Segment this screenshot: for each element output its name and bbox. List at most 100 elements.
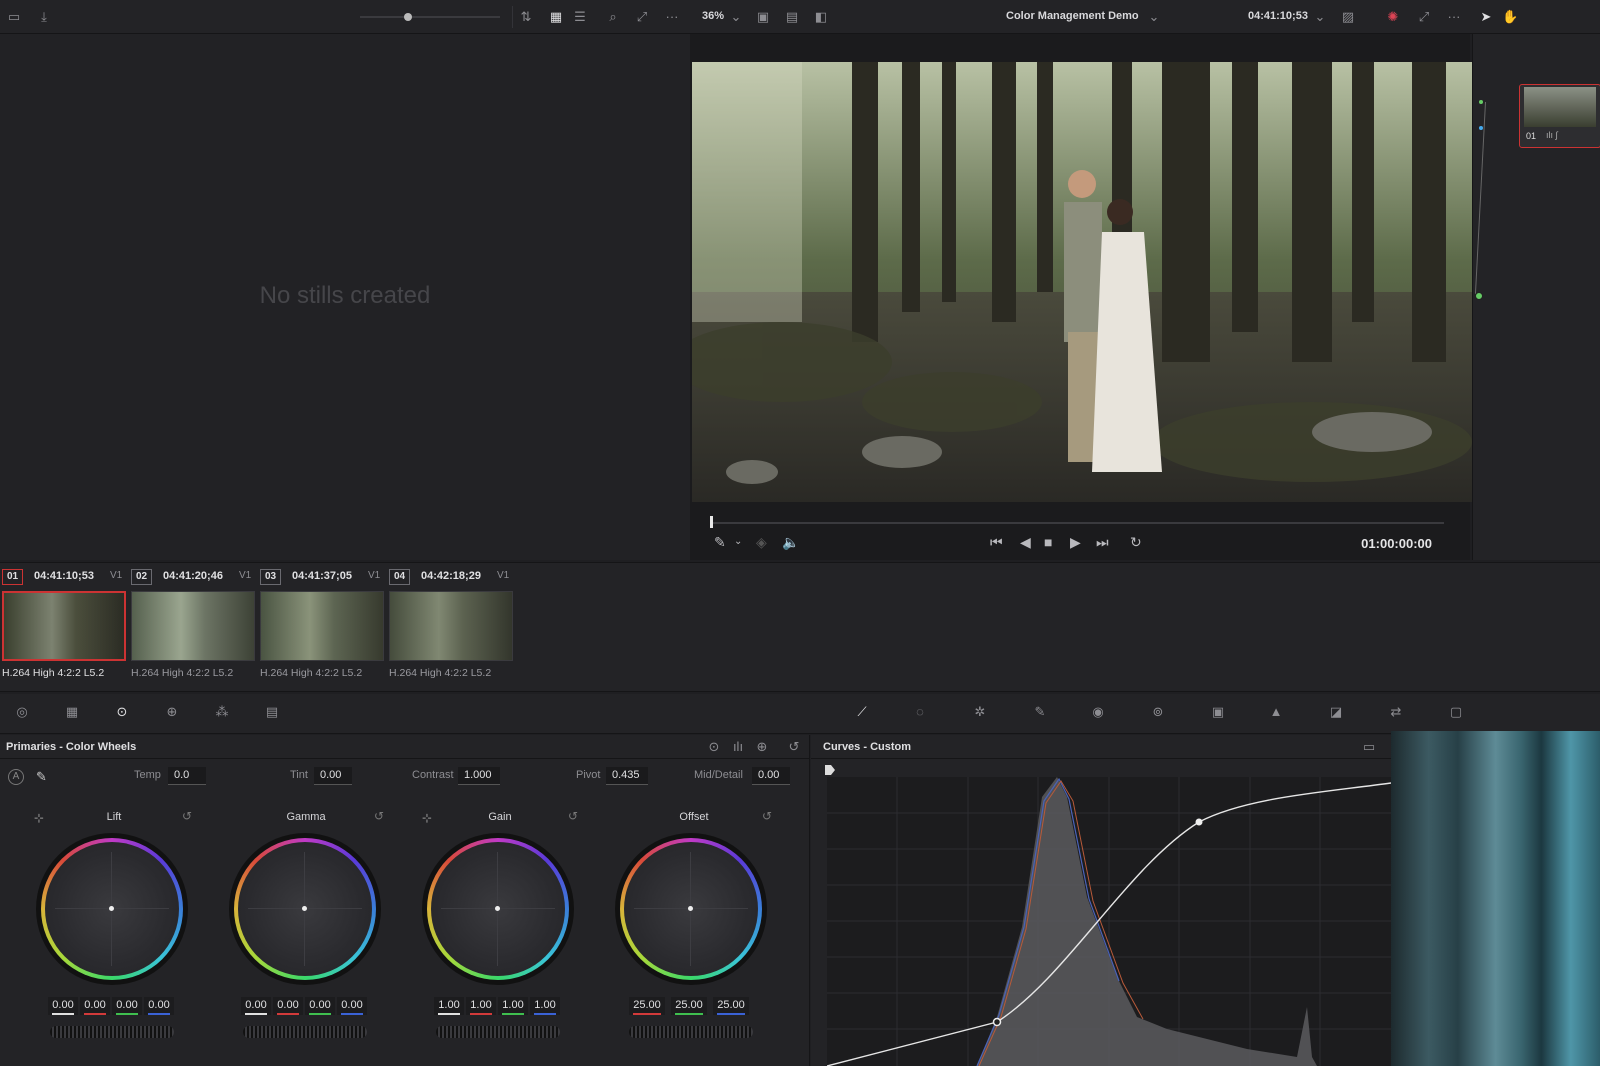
wheel-center-handle[interactable] (495, 906, 500, 911)
gain-wheel[interactable] (422, 833, 574, 985)
tracker-icon[interactable]: ⊚ (1148, 704, 1168, 724)
gamma-r-value[interactable]: 0.00 (273, 997, 303, 1015)
wheel-center-handle[interactable] (109, 906, 114, 911)
offset-r-value[interactable]: 25.00 (629, 997, 665, 1015)
wheel-center-handle[interactable] (302, 906, 307, 911)
bars-mode-icon[interactable]: ılı (730, 739, 746, 755)
tint-field[interactable]: 0.00 (314, 767, 352, 785)
chevron-down-icon[interactable]: ⌄ (1146, 9, 1162, 25)
picker-icon[interactable]: ⊹ (422, 811, 432, 825)
node-input-key[interactable] (1479, 126, 1483, 130)
picker-icon[interactable]: ⊹ (34, 811, 44, 825)
project-title[interactable]: Color Management Demo (1006, 10, 1139, 22)
skip-back-icon[interactable]: ⏮ (990, 534, 1003, 550)
gain-g-value[interactable]: 1.00 (498, 997, 528, 1015)
gamma-g-value[interactable]: 0.00 (305, 997, 335, 1015)
gamma-wheel[interactable] (229, 833, 381, 985)
auto-balance-button[interactable]: A (8, 769, 24, 785)
lift-master-wheel[interactable] (50, 1026, 174, 1038)
offset-g-value[interactable]: 25.00 (671, 997, 707, 1015)
rgb-mixer-icon[interactable]: ⁂ (212, 704, 232, 724)
skip-forward-icon[interactable]: ⏭ (1096, 534, 1109, 550)
viewer-mode-wipe-icon[interactable]: ◧ (813, 9, 829, 25)
color-warper-icon[interactable]: ◌ (910, 704, 930, 724)
window-icon[interactable]: ◉ (1088, 704, 1108, 724)
enhanced-viewer-icon[interactable]: ⤢ (1416, 9, 1432, 25)
node-editor[interactable]: 01 ılı ∫ (1472, 34, 1600, 560)
more-icon[interactable]: ··· (664, 9, 680, 25)
qualifier-icon[interactable]: ✲ (970, 704, 990, 724)
reset-icon[interactable]: ↺ (568, 809, 578, 823)
color-wheel-icon[interactable]: ✺ (1385, 9, 1401, 25)
reset-icon[interactable]: ↺ (374, 809, 384, 823)
playhead[interactable] (710, 516, 713, 528)
reset-icon[interactable]: ↺ (762, 809, 772, 823)
layers-icon[interactable]: ◈ (756, 534, 767, 550)
gain-master-wheel[interactable] (436, 1026, 560, 1038)
stop-icon[interactable]: ■ (1044, 534, 1052, 550)
hand-icon[interactable]: ✋ (1502, 9, 1518, 25)
wheel-center-handle[interactable] (688, 906, 693, 911)
3d-icon[interactable]: ▢ (1446, 704, 1466, 724)
reset-icon[interactable]: ↺ (786, 739, 802, 755)
gain-b-value[interactable]: 1.00 (530, 997, 560, 1015)
grid-view-icon[interactable]: ▦ (548, 9, 564, 25)
slider-handle[interactable] (404, 13, 412, 21)
reset-icon[interactable]: ↺ (182, 809, 192, 823)
curves-icon[interactable]: ⟋ (852, 704, 872, 724)
eyedropper-icon[interactable]: ✎ (1030, 704, 1050, 724)
chevron-down-icon[interactable]: ⌄ (728, 9, 744, 25)
import-icon[interactable]: ⤓ (36, 9, 52, 25)
viewer-frame[interactable] (692, 62, 1472, 502)
lift-g-value[interactable]: 0.00 (112, 997, 142, 1015)
curves-options-icon[interactable]: ▭ (1361, 739, 1377, 755)
step-back-icon[interactable]: ◀ (1020, 534, 1031, 550)
clip-thumbnail[interactable] (389, 591, 513, 661)
cursor-icon[interactable]: ➤ (1478, 9, 1494, 25)
contrast-field[interactable]: 1.000 (458, 767, 500, 785)
toolbar-timecode[interactable]: 04:41:10;53 (1248, 10, 1308, 22)
blur-icon[interactable]: ▲ (1266, 704, 1286, 724)
color-wheels-icon[interactable]: ⊙ (112, 704, 132, 724)
middetail-field[interactable]: 0.00 (752, 767, 790, 785)
viewer-mode-split-icon[interactable]: ▤ (784, 9, 800, 25)
clip-thumbnail[interactable] (260, 591, 384, 661)
node-output[interactable] (1475, 292, 1483, 300)
more-icon[interactable]: ··· (1446, 9, 1462, 25)
pivot-field[interactable]: 0.435 (606, 767, 648, 785)
temp-field[interactable]: 0.0 (168, 767, 206, 785)
gain-r-value[interactable]: 1.00 (466, 997, 496, 1015)
lift-wheel[interactable] (36, 833, 188, 985)
lift-y-value[interactable]: 0.00 (48, 997, 78, 1015)
motion-effects-icon[interactable]: ▤ (262, 704, 282, 724)
color-match-icon[interactable]: ▦ (62, 704, 82, 724)
eyedropper-icon[interactable]: ✎ (714, 534, 726, 550)
timeline-scrubber[interactable] (710, 522, 1444, 524)
magic-mask-icon[interactable]: ▣ (1208, 704, 1228, 724)
sort-icon[interactable]: ⇅ (518, 9, 534, 25)
play-icon[interactable]: ▶ (1070, 534, 1081, 550)
curve-point-marker[interactable] (825, 765, 835, 775)
color-space-icon[interactable]: ▨ (1340, 9, 1356, 25)
key-icon[interactable]: ◪ (1326, 704, 1346, 724)
eyedropper-icon[interactable]: ✎ (36, 769, 47, 785)
node-input[interactable] (1479, 100, 1483, 104)
viewer-mode-single-icon[interactable]: ▣ (755, 9, 771, 25)
thumbnail-size-slider[interactable] (360, 16, 500, 18)
color-wheels-mode-icon[interactable]: ⊙ (706, 739, 722, 755)
chevron-down-icon[interactable]: ⌄ (1312, 9, 1328, 25)
gamma-b-value[interactable]: 0.00 (337, 997, 367, 1015)
lift-b-value[interactable]: 0.00 (144, 997, 174, 1015)
zoom-level[interactable]: 36% (702, 10, 724, 22)
color-node-01[interactable]: 01 ılı ∫ (1519, 84, 1600, 148)
sidebar-icon[interactable]: ▭ (6, 9, 22, 25)
clip-thumbnail[interactable] (2, 591, 126, 661)
search-icon[interactable]: ⌕ (605, 9, 621, 25)
log-mode-icon[interactable]: ⊕ (754, 739, 770, 755)
loop-icon[interactable]: ↻ (1130, 534, 1142, 550)
gain-y-value[interactable]: 1.00 (434, 997, 464, 1015)
offset-b-value[interactable]: 25.00 (713, 997, 749, 1015)
sizing-icon[interactable]: ⇄ (1386, 704, 1406, 724)
camera-raw-icon[interactable]: ◎ (12, 704, 32, 724)
offset-wheel[interactable] (615, 833, 767, 985)
